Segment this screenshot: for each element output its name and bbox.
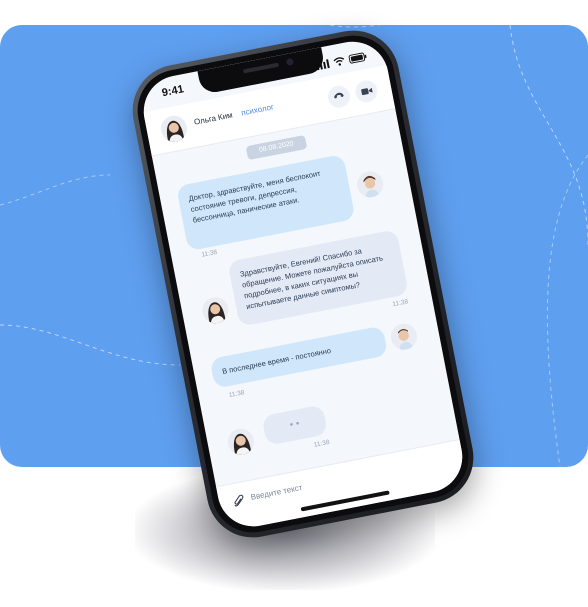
message-outgoing-2[interactable]: В последнее время - постоянно (209, 325, 389, 389)
front-camera (285, 57, 294, 67)
phone-screen: 9:41 Ольга Ким психолог 08.08.2020 Докто… (137, 35, 469, 533)
message-time: 11:38 (391, 298, 409, 309)
message-input[interactable]: Введите текст (250, 483, 303, 502)
call-button[interactable] (326, 83, 352, 110)
message-incoming-1[interactable]: Здравствуйте, Евгений! Спасибо за обраще… (227, 229, 409, 327)
message-outgoing-1[interactable]: Доктор, здравствуйте, меня беспокоит сос… (176, 153, 356, 252)
battery-icon (347, 48, 368, 69)
typing-dots: • • (288, 418, 301, 432)
patient-avatar[interactable] (388, 321, 420, 352)
contact-avatar[interactable] (158, 113, 190, 145)
paperclip-icon[interactable] (232, 493, 246, 513)
date-chip: 08.08.2020 (245, 134, 308, 161)
message-text: Здравствуйте, Евгений! Спасибо за обраще… (239, 246, 384, 312)
video-call-icon (359, 81, 373, 101)
patient-avatar[interactable] (354, 169, 386, 200)
status-time: 9:41 (160, 83, 185, 100)
speaker (242, 62, 280, 74)
phone-mockup: 9:41 Ольга Ким психолог 08.08.2020 Докто… (0, 0, 588, 607)
phone-call-icon (332, 87, 345, 107)
doctor-avatar[interactable] (200, 294, 231, 326)
message-text: Доктор, здравствуйте, меня беспокоит сос… (187, 168, 322, 225)
typing-indicator: • • (261, 404, 329, 446)
doctor-avatar[interactable] (225, 426, 257, 457)
wifi-icon (332, 52, 347, 72)
contact-role[interactable]: психолог (240, 102, 274, 117)
message-time: 11:38 (200, 248, 218, 259)
phone: 9:41 Ольга Ким психолог 08.08.2020 Докто… (124, 22, 482, 546)
contact-name[interactable]: Ольга Ким (193, 110, 233, 126)
message-time: 11:38 (228, 389, 246, 400)
message-text: В последнее время - постоянно (221, 345, 332, 376)
message-time: 11:38 (313, 438, 331, 449)
video-call-button[interactable] (353, 78, 380, 105)
